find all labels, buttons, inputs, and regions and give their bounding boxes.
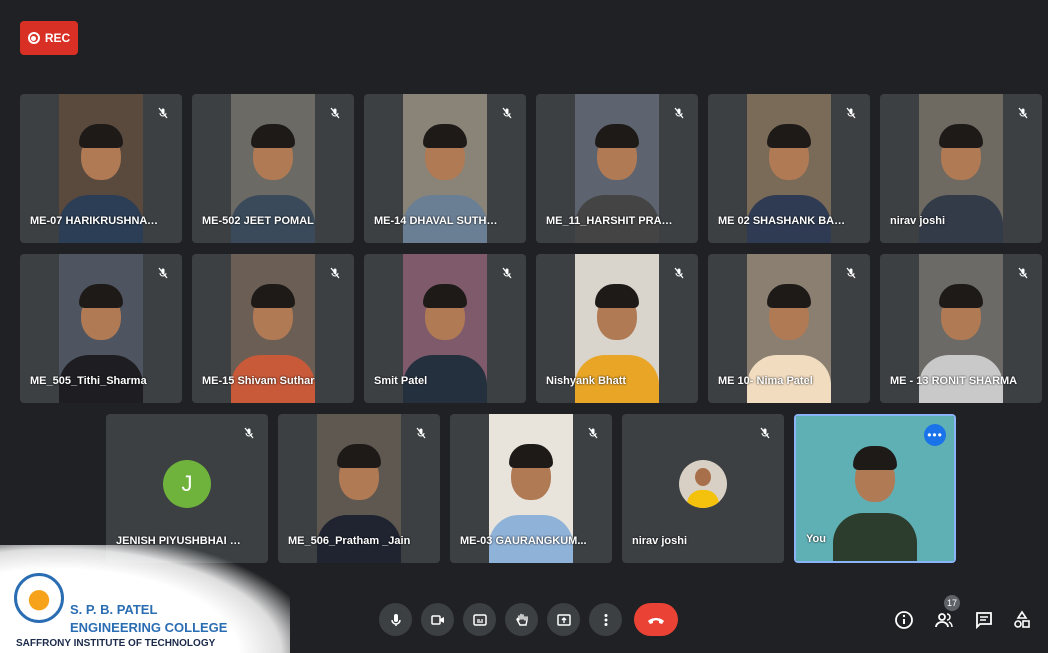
record-icon (27, 32, 40, 44)
people-count-badge: 17 (944, 595, 960, 611)
participant-tile[interactable]: nirav joshi (880, 94, 1042, 243)
participant-name: ME 10- Nima Patel (718, 375, 813, 387)
captions-button[interactable] (463, 603, 496, 636)
muted-mic-icon (840, 102, 862, 124)
end-call-button[interactable] (634, 603, 678, 636)
muted-mic-icon (324, 262, 346, 284)
participant-tile[interactable]: nirav joshi (622, 414, 784, 563)
info-icon (895, 611, 913, 629)
participant-tile[interactable]: ME - 13 RONIT SHARMA (880, 254, 1042, 403)
captions-icon (472, 613, 487, 626)
participant-name: ME_505_Tithi_Sharma (30, 375, 147, 387)
muted-mic-icon (840, 262, 862, 284)
camera-button[interactable] (421, 603, 454, 636)
participant-tile[interactable]: ME-15 Shivam Suthar (192, 254, 354, 403)
participant-name: ME_11_HARSHIT PRAJA... (546, 215, 674, 227)
muted-mic-icon (152, 102, 174, 124)
participant-name: nirav joshi (632, 535, 688, 547)
more-options-button[interactable] (589, 603, 622, 636)
watermark-line3: SAFFRONY INSTITUTE OF TECHNOLOGY (16, 638, 216, 649)
more-vert-icon (604, 613, 607, 626)
chat-button[interactable] (972, 608, 996, 632)
participant-tile[interactable]: ME-07 HARIKRUSHNA ... (20, 94, 182, 243)
participant-tile[interactable]: ME 02 SHASHANK BAR... (708, 94, 870, 243)
recording-label: REC (44, 31, 71, 45)
people-icon (935, 613, 953, 628)
muted-mic-icon (324, 102, 346, 124)
muted-mic-icon (496, 102, 518, 124)
college-watermark: S. P. B. PATEL ENGINEERING COLLEGE SAFFR… (0, 545, 290, 653)
muted-mic-icon (1012, 102, 1034, 124)
participant-tile[interactable]: ME_506_Pratham _Jain (278, 414, 440, 563)
participant-name: ME-14 DHAVAL SUTHAR (374, 215, 502, 227)
microphone-icon (390, 613, 401, 626)
participant-name: Nishyank Bhatt (546, 375, 627, 387)
muted-mic-icon (410, 422, 432, 444)
participant-name: ME 02 SHASHANK BAR... (718, 215, 846, 227)
participant-name: ME - 13 RONIT SHARMA (890, 375, 1018, 387)
muted-mic-icon (668, 262, 690, 284)
participant-tile[interactable]: ME-03 GAURANGKUM... (450, 414, 612, 563)
muted-mic-icon (754, 422, 776, 444)
muted-mic-icon (668, 102, 690, 124)
recording-indicator: REC (20, 21, 78, 55)
present-icon (556, 613, 571, 626)
participant-tile[interactable]: Nishyank Bhatt (536, 254, 698, 403)
info-button[interactable] (892, 608, 916, 632)
participant-name: ME_506_Pratham _Jain (288, 535, 411, 547)
participant-name: ME-03 GAURANGKUM... (460, 535, 587, 547)
participant-name: Smit Patel (374, 375, 428, 387)
participant-tile[interactable]: Smit Patel (364, 254, 526, 403)
muted-mic-icon (152, 262, 174, 284)
present-button[interactable] (547, 603, 580, 636)
muted-mic-icon (238, 422, 260, 444)
muted-mic-icon (1012, 262, 1034, 284)
muted-mic-icon (582, 422, 604, 444)
muted-mic-icon (496, 262, 518, 284)
end-call-icon (648, 617, 664, 624)
participant-name: ME-502 JEET POMAL (202, 215, 314, 227)
participant-tile[interactable]: J JENISH PIYUSHBHAI DA... (106, 414, 268, 563)
watermark-line1: S. P. B. PATEL (70, 602, 158, 617)
participant-name: You (806, 533, 826, 545)
participant-tile[interactable]: ME 10- Nima Patel (708, 254, 870, 403)
activities-icon (1014, 610, 1030, 628)
participant-tile[interactable]: ME-502 JEET POMAL (192, 94, 354, 243)
participant-tile[interactable]: ••• You (794, 414, 956, 563)
participant-name: nirav joshi (890, 215, 946, 227)
participant-name: ME-07 HARIKRUSHNA ... (30, 215, 158, 227)
activities-button[interactable] (1010, 608, 1034, 632)
participant-tile[interactable]: ME-14 DHAVAL SUTHAR (364, 94, 526, 243)
camera-icon (430, 614, 444, 625)
avatar: J (163, 460, 211, 508)
people-button[interactable] (932, 608, 956, 632)
mic-button[interactable] (379, 603, 412, 636)
participant-tile[interactable]: ME_11_HARSHIT PRAJA... (536, 94, 698, 243)
chat-icon (976, 612, 992, 630)
participant-name: ME-15 Shivam Suthar (202, 375, 315, 387)
tile-options-icon[interactable]: ••• (924, 424, 946, 446)
college-logo-icon (14, 573, 64, 623)
participant-tile[interactable]: ME_505_Tithi_Sharma (20, 254, 182, 403)
avatar (679, 460, 727, 508)
hand-icon (515, 613, 528, 626)
watermark-line2: ENGINEERING COLLEGE (70, 620, 228, 635)
raise-hand-button[interactable] (505, 603, 538, 636)
